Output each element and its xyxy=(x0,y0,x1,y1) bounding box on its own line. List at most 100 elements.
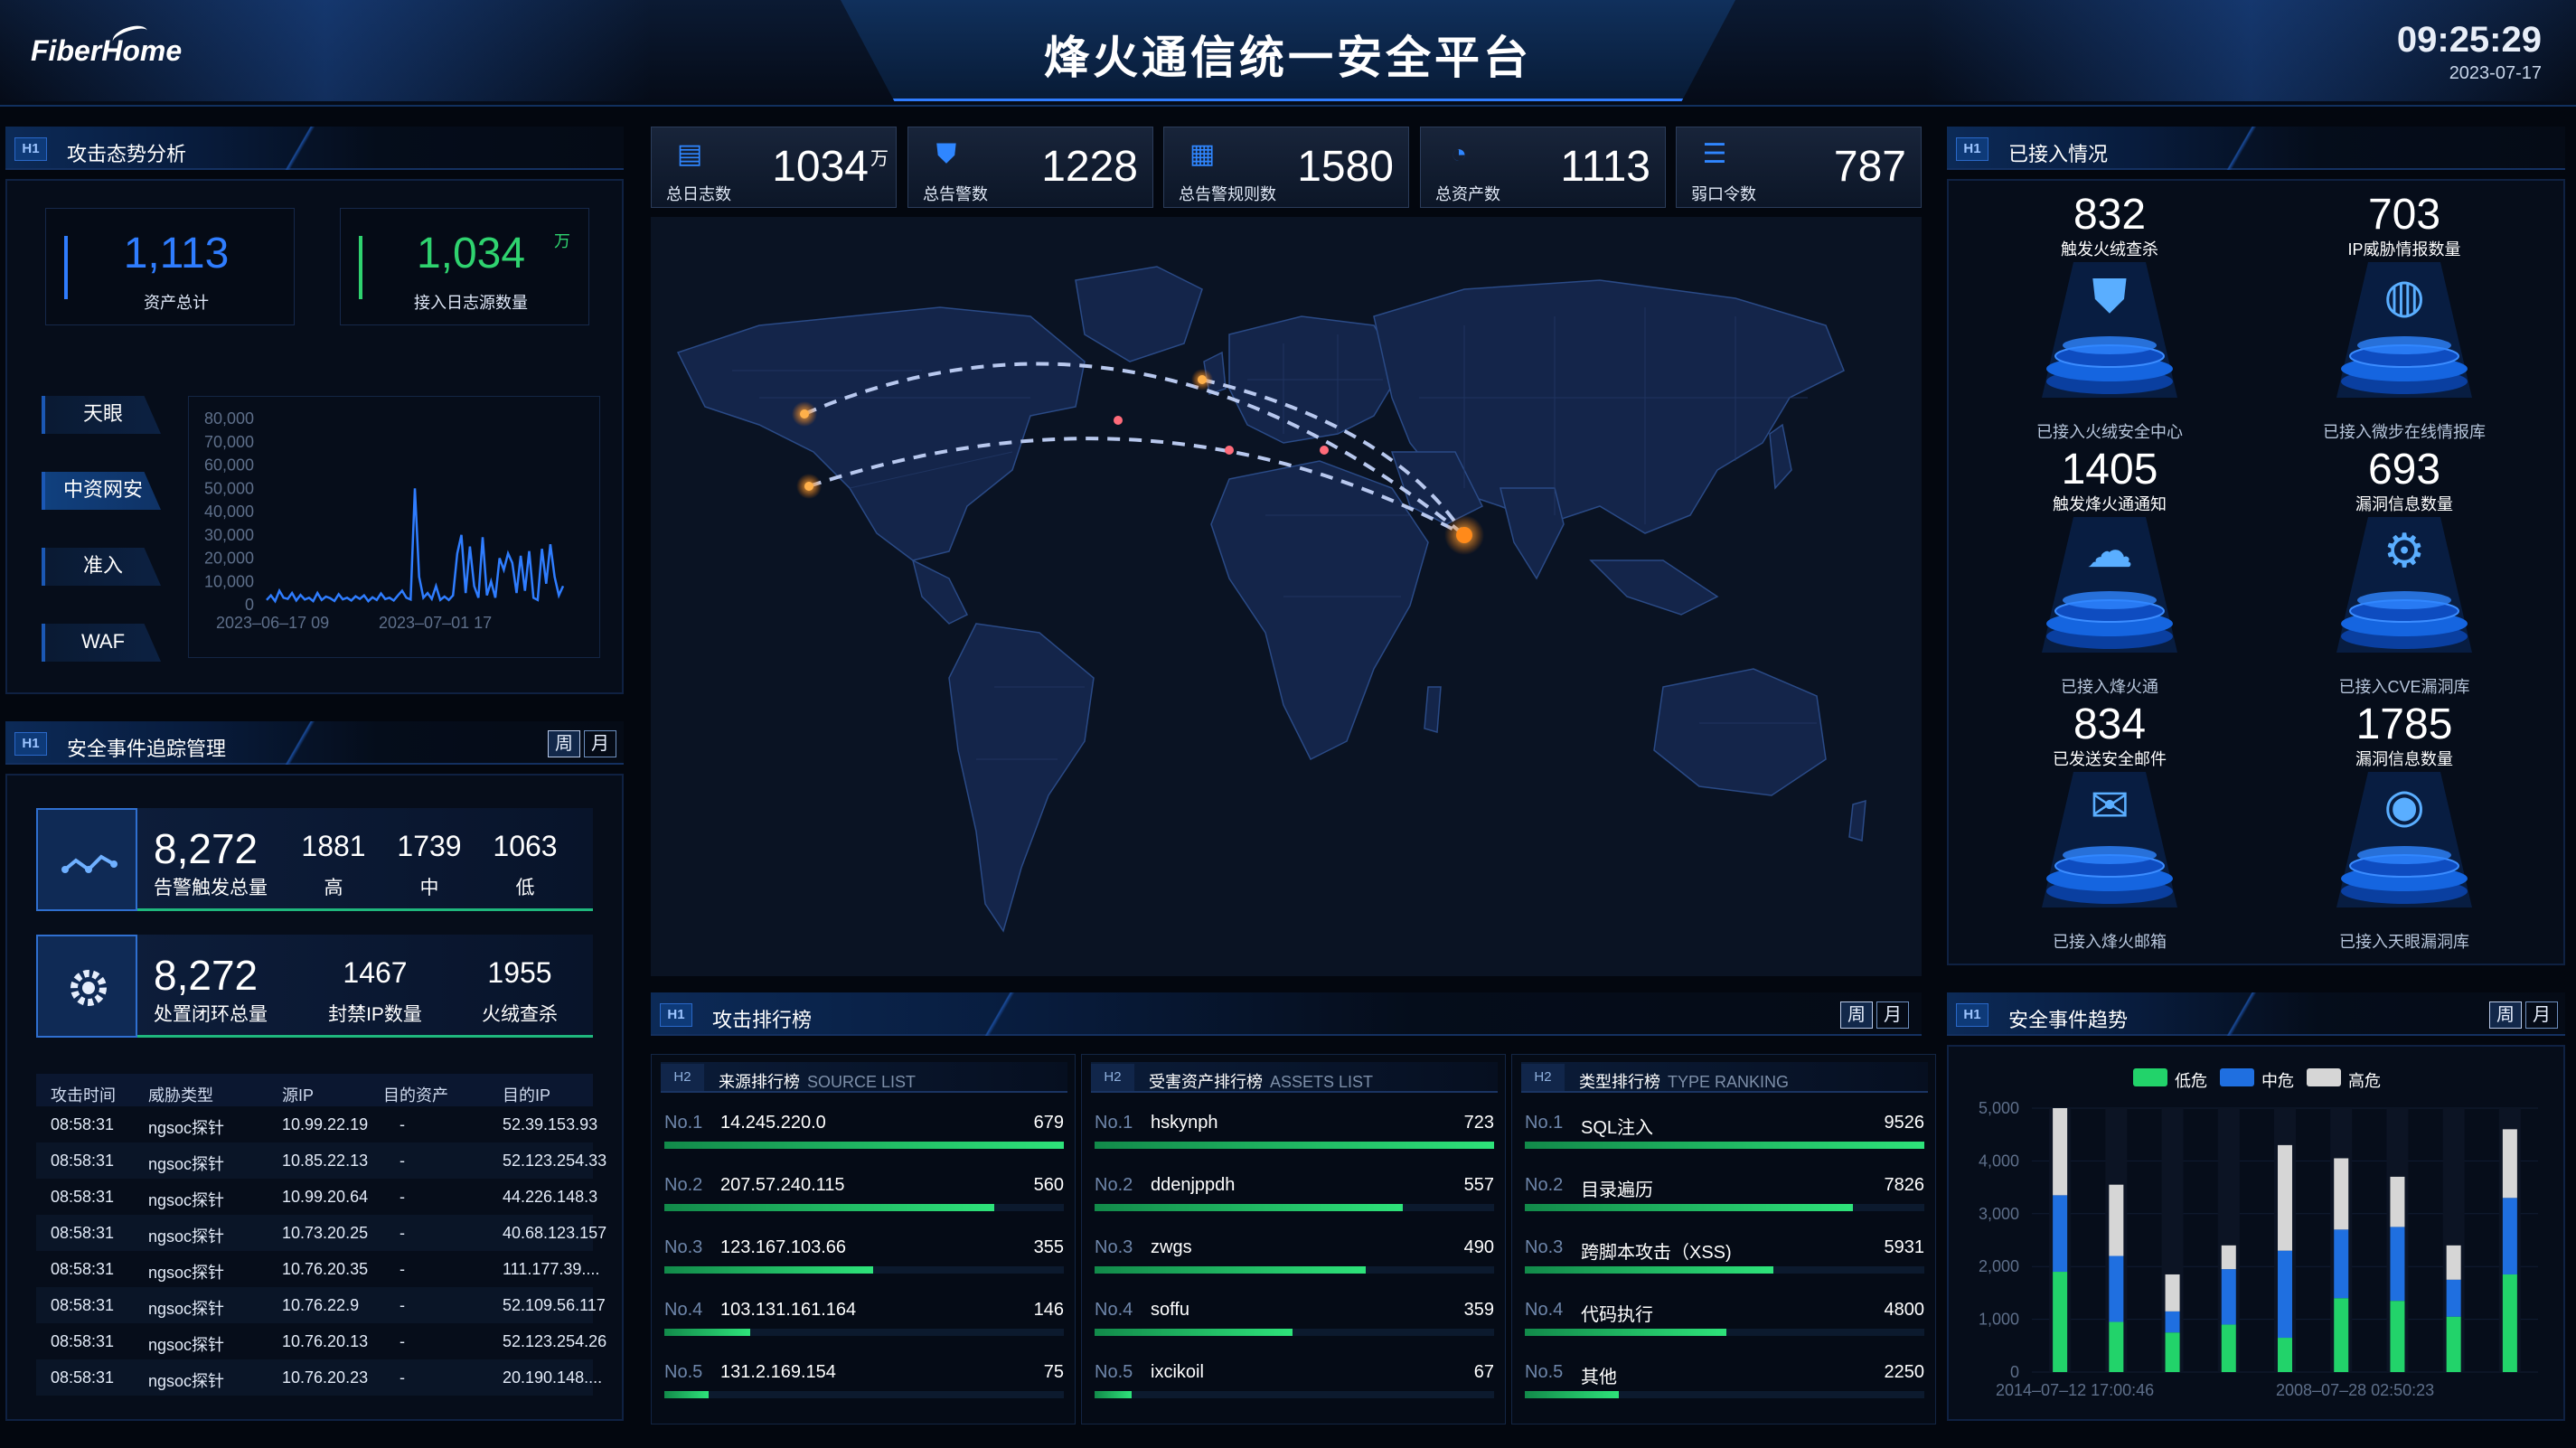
table-cell: ngsoc探针 xyxy=(148,1372,225,1390)
attack-line-chart-frame: 80,000 70,000 60,000 50,000 40,000 30,000 20,0… xyxy=(188,396,600,658)
table-cell: ngsoc探针 xyxy=(148,1300,225,1318)
rank-bar-track xyxy=(1095,1391,1494,1398)
ranking-row[interactable]: No.3 123.167.103.66 355 xyxy=(664,1237,1064,1292)
bar-segment-low xyxy=(2221,1324,2236,1372)
rank-bar-fill xyxy=(1525,1204,1854,1211)
toggle-month[interactable]: 月 xyxy=(1876,1001,1909,1029)
ranking-row[interactable]: No.4 103.131.161.164 146 xyxy=(664,1300,1064,1354)
tab-tianyan[interactable]: 天眼 xyxy=(42,396,161,434)
table-row[interactable]: 08:58:31 ngsoc探针 10.99.20.64 - 44.226.148.3 xyxy=(36,1179,597,1215)
ranking-row[interactable]: No.5 131.2.169.154 75 xyxy=(664,1362,1064,1416)
event-tracking-title: 安全事件追踪管理 xyxy=(67,738,227,760)
legend-swatch-low xyxy=(2133,1068,2167,1086)
ranking-row[interactable]: No.1 14.245.220.0 679 xyxy=(664,1113,1064,1167)
rank-name: 123.167.103.66 xyxy=(720,1237,847,1257)
tab-zhongzi-wangan[interactable]: 中资网安 xyxy=(42,472,161,510)
bar-segment-high xyxy=(2221,1245,2236,1270)
globe-icon: ◍ xyxy=(2383,270,2425,323)
alert-medium-label: 中 xyxy=(419,878,439,898)
bar-segment-medium xyxy=(2109,1255,2124,1322)
bar-segment-low xyxy=(2390,1301,2405,1372)
ranking-row[interactable]: No.1 hskynph 723 xyxy=(1095,1113,1494,1167)
table-cell: 10.76.20.35 xyxy=(282,1260,369,1278)
stat-label: 总告警数 xyxy=(923,185,988,203)
stat-total-alerts: ⛊ 1228 总告警数 xyxy=(907,127,1153,208)
table-row[interactable]: 08:58:31 ngsoc探针 10.76.20.35 - 111.177.39...… xyxy=(36,1251,599,1287)
ranking-row[interactable]: No.5 其他 2250 xyxy=(1525,1362,1924,1416)
legend-swatch-medium xyxy=(2220,1068,2254,1086)
bar-segment-high xyxy=(2446,1245,2461,1280)
title-slant-decor xyxy=(2218,127,2260,170)
table-cell: 08:58:31 xyxy=(51,1224,115,1242)
ranking-list-title-cn: 受害资产排行榜 xyxy=(1149,1073,1263,1091)
access-header: H1 已接入情况 xyxy=(1947,127,2565,170)
y-tick-label: 60,000 xyxy=(204,456,254,475)
ranking-row[interactable]: No.2 ddenjppdh 557 xyxy=(1095,1175,1494,1229)
ranking-list-title: 受害资产排行榜 ASSETS LIST xyxy=(1149,1069,1373,1093)
table-row[interactable]: 08:58:31 ngsoc探针 10.76.20.23 - 20.190.148...… xyxy=(36,1359,602,1396)
toggle-week[interactable]: 周 xyxy=(548,730,580,757)
ranking-list-header: H2 类型排行榜 TYPE RANKING xyxy=(1521,1062,1928,1093)
stat-label: 总资产数 xyxy=(1435,185,1500,203)
rank-name: SQL注入 xyxy=(1581,1118,1654,1138)
bar-segment-low xyxy=(2278,1338,2292,1372)
access-label: 已接入天眼漏洞库 xyxy=(2339,933,2469,951)
table-row[interactable]: 08:58:31 ngsoc探针 10.99.22.19 - 52.39.153.93 xyxy=(36,1106,597,1142)
access-podium: ✉ xyxy=(2028,772,2191,917)
toggle-week[interactable]: 周 xyxy=(1840,1001,1873,1029)
tab-zhunru[interactable]: 准入 xyxy=(42,548,161,586)
ranking-row[interactable]: No.1 SQL注入 9526 xyxy=(1525,1113,1924,1167)
access-podium: ⛊ xyxy=(2028,262,2191,407)
rank-number: No.3 xyxy=(664,1237,703,1257)
tab-waf[interactable]: WAF xyxy=(42,624,161,662)
map-southeast-asia xyxy=(1589,559,1719,616)
table-cell: - xyxy=(400,1296,405,1314)
table-row[interactable]: 08:58:31 ngsoc探针 10.76.22.9 - 52.109.56.117 xyxy=(36,1287,606,1323)
huorong-kill-label: 火绒查杀 xyxy=(482,1004,558,1025)
ranking-row[interactable]: No.2 207.57.240.115 560 xyxy=(664,1175,1064,1229)
toggle-month[interactable]: 月 xyxy=(584,730,616,757)
x-tick-label: 2023–07–01 17 xyxy=(379,614,492,632)
log-source-unit: 万 xyxy=(554,232,570,250)
rank-bar-track xyxy=(664,1391,1064,1398)
mail-icon: ✉ xyxy=(2090,780,2129,832)
blocked-ip-value: 1467 xyxy=(343,956,408,989)
rank-value: 355 xyxy=(1033,1237,1064,1257)
stat-label: 弱口令数 xyxy=(1691,185,1756,203)
world-attack-map[interactable] xyxy=(651,217,1922,976)
gear-icon: ⚙ xyxy=(2383,525,2426,578)
ranking-row[interactable]: No.5 ixcikoil 67 xyxy=(1095,1362,1494,1416)
table-row[interactable]: 08:58:31 ngsoc探针 10.73.20.25 - 40.68.123.157 xyxy=(36,1215,606,1251)
ranking-row[interactable]: No.3 跨脚本攻击（XSS) 5931 xyxy=(1525,1237,1924,1292)
toggle-month[interactable]: 月 xyxy=(2525,1001,2558,1029)
rank-bar-track xyxy=(1525,1266,1924,1274)
ranking-row[interactable]: No.3 zwgs 490 xyxy=(1095,1237,1494,1292)
map-central-america xyxy=(911,559,969,625)
series-line xyxy=(266,488,565,604)
ranking-list-header: H2 来源排行榜 SOURCE LIST xyxy=(661,1062,1067,1093)
stat-value: 1034 xyxy=(772,143,869,191)
asset-total-kpi: 1,113 资产总计 xyxy=(45,208,295,325)
ranking-row[interactable]: No.2 目录遍历 7826 xyxy=(1525,1175,1924,1229)
rank-bar-fill xyxy=(1525,1142,1924,1149)
rank-bar-fill xyxy=(664,1142,1064,1149)
rank-bar-fill xyxy=(1095,1142,1494,1149)
ranking-row[interactable]: No.4 soffu 359 xyxy=(1095,1300,1494,1354)
alert-summary-card: 8,272 告警触发总量 1881 高 1739 中 1063 低 xyxy=(36,808,593,911)
ranking-row[interactable]: No.4 代码执行 4800 xyxy=(1525,1300,1924,1354)
gear-icon xyxy=(36,935,137,1038)
log-source-value: 1,034 xyxy=(416,230,526,277)
rank-number: No.2 xyxy=(1095,1175,1133,1195)
table-cell: 08:58:31 xyxy=(51,1332,115,1350)
rank-bar-fill xyxy=(1095,1204,1403,1211)
access-value: 834 xyxy=(2073,700,2147,748)
rank-number: No.5 xyxy=(1525,1362,1564,1382)
bar-segment-high xyxy=(2278,1144,2292,1251)
table-row[interactable]: 08:58:31 ngsoc探针 10.85.22.13 - 52.123.254.33 xyxy=(36,1142,606,1179)
h2-badge: H2 xyxy=(1521,1064,1565,1091)
bar-segment-high xyxy=(2502,1129,2517,1199)
toggle-week[interactable]: 周 xyxy=(2489,1001,2522,1029)
h1-badge: H1 xyxy=(14,137,47,161)
table-row[interactable]: 08:58:31 ngsoc探针 10.76.20.13 - 52.123.254.26 xyxy=(36,1323,606,1359)
fiberhome-logo: FiberHome xyxy=(31,34,183,67)
